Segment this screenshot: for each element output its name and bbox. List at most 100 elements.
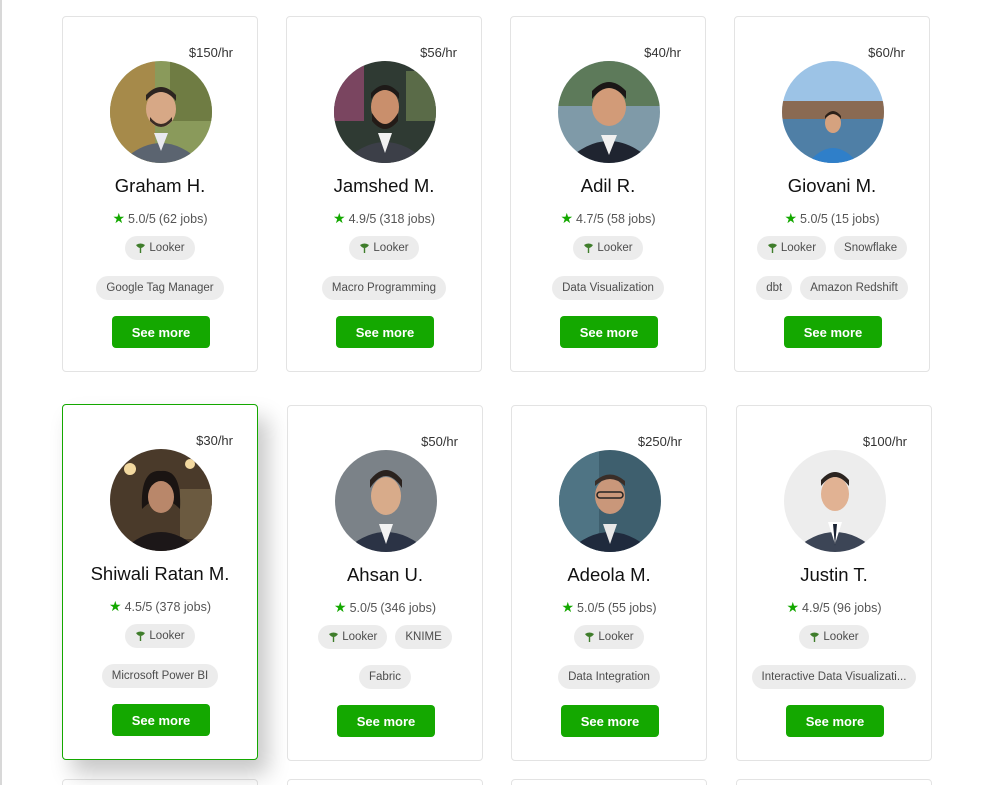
freelancer-name[interactable]: Jamshed M. [287, 175, 481, 197]
hourly-rate: $150/hr [188, 45, 233, 60]
avatar[interactable] [782, 61, 884, 163]
skill-tags: Looker Interactive Data Visualizati... [747, 625, 921, 689]
see-more-button[interactable]: See more [560, 316, 658, 348]
looker-leaf-icon [584, 632, 595, 643]
looker-leaf-icon [583, 243, 594, 254]
freelancer-card[interactable]: $56/hr Jamshed M. ★ 4.9/5 (318 jobs) Looke… [286, 16, 482, 372]
skill-tag[interactable]: Snowflake [834, 236, 908, 260]
hourly-rate: $50/hr [421, 434, 458, 449]
skill-tag[interactable]: Interactive Data Visualizati... [751, 665, 917, 689]
skill-tag[interactable]: Data Integration [558, 665, 660, 689]
rating-score: 4.7/5 [576, 212, 604, 226]
jobs-count: (96 jobs) [832, 601, 882, 615]
avatar[interactable] [559, 450, 661, 552]
left-divider [0, 0, 2, 785]
rating-score: 5.0/5 [577, 601, 605, 615]
freelancer-card[interactable]: $50/hr Ahsan U. ★ 5.0/5 (346 jobs) Looker … [287, 405, 483, 761]
looker-leaf-icon [809, 632, 820, 643]
rating-score: 5.0/5 [800, 212, 828, 226]
skill-tags: Looker KNIME Fabric [298, 625, 472, 689]
freelancer-card[interactable]: $40/hr Adil R. ★ 4.7/5 (58 jobs) Looker Da… [510, 16, 706, 372]
avatar[interactable] [110, 449, 212, 551]
rating-score: 5.0/5 [128, 212, 156, 226]
skill-tag[interactable]: Looker [318, 625, 388, 649]
star-icon: ★ [786, 599, 800, 615]
freelancer-card[interactable]: $150/hr Graham H. ★ 5.0/5 (62 jobs) Looker… [62, 16, 258, 372]
freelancer-name[interactable]: Adil R. [511, 175, 705, 197]
skill-tag[interactable]: Looker [349, 236, 419, 260]
skill-tag[interactable]: Looker [799, 625, 869, 649]
skill-tag[interactable]: Looker [756, 236, 827, 260]
hourly-rate: $40/hr [644, 45, 681, 60]
rating-row: ★ 4.9/5 (96 jobs) [737, 599, 931, 616]
rating-row: ★ 5.0/5 (62 jobs) [63, 210, 257, 227]
skill-tags: Looker Snowflake dbt Amazon Redshift [745, 236, 919, 300]
avatar[interactable] [558, 61, 660, 163]
freelancer-card[interactable]: $250/hr Adeola M. ★ 5.0/5 (55 jobs) Looker… [511, 405, 707, 761]
freelancer-card-selected[interactable]: $30/hr Shiwali Ratan M. ★ 4.5/5 (378 jobs)… [62, 404, 258, 760]
jobs-count: (346 jobs) [380, 601, 436, 615]
avatar[interactable] [784, 450, 886, 552]
skill-tag[interactable]: Amazon Redshift [800, 276, 908, 300]
freelancer-name[interactable]: Ahsan U. [288, 564, 482, 586]
rating-row: ★ 5.0/5 (346 jobs) [288, 599, 482, 616]
skill-tag[interactable]: Looker [574, 625, 644, 649]
freelancer-grid-page: $150/hr Graham H. ★ 5.0/5 (62 jobs) Looker… [0, 0, 996, 785]
skill-tag[interactable]: Looker [125, 624, 195, 648]
see-more-button[interactable]: See more [112, 704, 210, 736]
skill-tags: Looker Google Tag Manager [73, 236, 247, 300]
see-more-button[interactable]: See more [561, 705, 659, 737]
looker-leaf-icon [359, 243, 370, 254]
hourly-rate: $250/hr [637, 434, 682, 449]
freelancer-card[interactable]: $100/hr Justin T. ★ 4.9/5 (96 jobs) Looker… [736, 405, 932, 761]
rating-score: 4.9/5 [802, 601, 830, 615]
see-more-button[interactable]: See more [784, 316, 882, 348]
freelancer-name[interactable]: Shiwali Ratan M. [63, 563, 257, 585]
skill-tag[interactable]: dbt [756, 276, 793, 300]
hourly-rate: $100/hr [862, 434, 907, 449]
rating-score: 5.0/5 [349, 601, 378, 615]
skill-tags: Looker Data Integration [522, 625, 696, 689]
skill-tag[interactable]: KNIME [395, 625, 452, 649]
skill-tag[interactable]: Looker [125, 236, 195, 260]
skill-tags: Looker Microsoft Power BI [73, 624, 247, 688]
freelancer-name[interactable]: Giovani M. [735, 175, 929, 197]
freelancer-card[interactable]: $60/hr Giovani M. ★ 5.0/5 (15 jobs) Looker… [734, 16, 930, 372]
rating-row: ★ 5.0/5 (15 jobs) [735, 210, 929, 227]
skill-tags: Looker Data Visualization [521, 236, 695, 300]
avatar[interactable] [334, 61, 436, 163]
jobs-count: (318 jobs) [379, 212, 435, 226]
hourly-rate: $60/hr [868, 45, 905, 60]
skill-tag[interactable]: Fabric [359, 665, 411, 689]
see-more-button[interactable]: See more [112, 316, 210, 348]
skill-tag[interactable]: Data Visualization [552, 276, 664, 300]
avatar[interactable] [110, 61, 212, 163]
jobs-count: (378 jobs) [155, 600, 211, 614]
jobs-count: (55 jobs) [607, 601, 657, 615]
hourly-rate: $56/hr [420, 45, 457, 60]
freelancer-card-partial[interactable] [736, 779, 932, 785]
jobs-count: (15 jobs) [830, 212, 880, 226]
see-more-button[interactable]: See more [336, 316, 434, 348]
star-icon: ★ [333, 210, 346, 226]
rating-row: ★ 4.9/5 (318 jobs) [287, 210, 481, 227]
freelancer-name[interactable]: Adeola M. [512, 564, 706, 586]
rating-row: ★ 4.7/5 (58 jobs) [511, 210, 705, 227]
skill-tag[interactable]: Google Tag Manager [96, 276, 224, 300]
looker-leaf-icon [135, 631, 146, 642]
avatar[interactable] [335, 450, 437, 552]
jobs-count: (58 jobs) [606, 212, 656, 226]
skill-tag[interactable]: Macro Programming [321, 276, 447, 300]
freelancer-name[interactable]: Graham H. [63, 175, 257, 197]
looker-leaf-icon [767, 243, 778, 254]
freelancer-card-partial[interactable] [511, 779, 707, 785]
freelancer-card-partial[interactable] [287, 779, 483, 785]
star-icon: ★ [334, 599, 347, 615]
freelancer-card-partial[interactable] [62, 779, 258, 785]
looker-leaf-icon [328, 632, 339, 643]
freelancer-name[interactable]: Justin T. [737, 564, 931, 586]
see-more-button[interactable]: See more [786, 705, 884, 737]
skill-tag[interactable]: Looker [573, 236, 643, 260]
skill-tag[interactable]: Microsoft Power BI [101, 664, 219, 688]
see-more-button[interactable]: See more [337, 705, 435, 737]
